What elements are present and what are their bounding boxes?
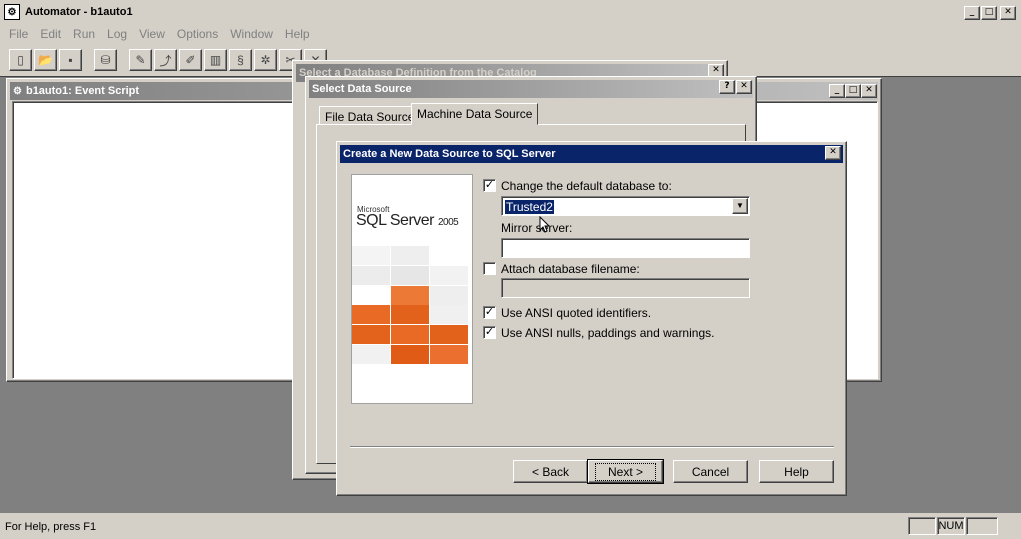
select-close-button[interactable]: ✕ <box>736 80 752 94</box>
tab-machine-data-source[interactable]: Machine Data Source <box>411 103 539 125</box>
create-data-source-title: Create a New Data Source to SQL Server <box>343 148 556 160</box>
default-database-combo[interactable]: Trusted2 ▼ <box>501 196 750 216</box>
database-icon[interactable]: ⛁ <box>94 49 117 71</box>
menu-options[interactable]: Options <box>171 27 224 41</box>
app-title-bar[interactable]: ⚙ Automator - b1auto1 <box>0 0 1021 24</box>
new-icon[interactable]: ▯ <box>9 49 32 71</box>
attach-db-input <box>501 278 750 298</box>
maximize-button[interactable]: □ <box>981 6 997 20</box>
run-icon[interactable]: ⤴ <box>154 49 177 71</box>
status-pane-num: NUM <box>937 517 965 535</box>
mirror-server-label: Mirror server: <box>501 221 573 235</box>
logo-version: 2005 <box>437 217 459 228</box>
ansi-quoted-checkbox[interactable]: ✓ <box>483 306 496 319</box>
back-button[interactable]: < Back <box>513 460 588 483</box>
ansi-nulls-label: Use ANSI nulls, paddings and warnings. <box>501 326 715 340</box>
create-close-button[interactable]: ✕ <box>825 146 841 160</box>
script-icon: ⚙ <box>13 85 22 97</box>
mirror-server-input[interactable] <box>501 238 750 258</box>
status-bar: For Help, press F1 <box>0 514 1021 539</box>
chart-icon[interactable]: ▥ <box>204 49 227 71</box>
help-button[interactable]: Help <box>759 460 834 483</box>
status-pane-caps <box>908 517 936 535</box>
minimize-button[interactable]: _ <box>964 6 980 20</box>
select-help-button[interactable]: ? <box>719 80 735 94</box>
edit-icon[interactable]: ✐ <box>179 49 202 71</box>
create-data-source-dialog: Create a New Data Source to SQL Server ✕… <box>336 141 847 496</box>
ansi-quoted-label: Use ANSI quoted identifiers. <box>501 306 652 320</box>
menu-log[interactable]: Log <box>101 27 133 41</box>
debug-icon[interactable]: ✲ <box>254 49 277 71</box>
change-db-label: Change the default database to: <box>501 179 672 193</box>
menu-file[interactable]: File <box>3 27 34 41</box>
status-text: For Help, press F1 <box>5 520 97 533</box>
attach-db-checkbox[interactable] <box>483 262 496 275</box>
ansi-nulls-checkbox[interactable]: ✓ <box>483 326 496 339</box>
status-pane-scroll <box>966 517 998 535</box>
event-script-title: b1auto1: Event Script <box>25 85 140 97</box>
select-data-source-title-bar[interactable]: Select Data Source <box>309 80 753 98</box>
script-close-button[interactable]: ✕ <box>861 84 877 98</box>
app-title: Automator - b1auto1 <box>25 6 133 18</box>
next-button[interactable]: Next > <box>587 459 664 484</box>
logo-product: SQL Server <box>356 212 435 229</box>
attach-db-label: Attach database filename: <box>501 262 640 276</box>
automator-app-icon: ⚙ <box>4 4 20 20</box>
menu-edit[interactable]: Edit <box>34 27 67 41</box>
create-data-source-title-bar[interactable]: Create a New Data Source to SQL Server <box>340 145 843 163</box>
tab-file-data-source[interactable]: File Data Source <box>319 106 421 125</box>
script-maximize-button[interactable]: □ <box>845 84 861 98</box>
chevron-down-icon[interactable]: ▼ <box>732 198 748 214</box>
select-data-source-title: Select Data Source <box>312 83 412 95</box>
default-database-value: Trusted2 <box>505 200 554 214</box>
menu-view[interactable]: View <box>133 27 171 41</box>
close-button[interactable]: ✕ <box>1000 6 1016 20</box>
menu-window[interactable]: Window <box>224 27 279 41</box>
mouse-cursor-icon <box>539 216 549 233</box>
change-db-checkbox[interactable]: ✓ <box>483 179 496 192</box>
save-icon[interactable]: ▪ <box>59 49 82 71</box>
script-minimize-button[interactable]: _ <box>829 84 845 98</box>
button-divider <box>350 446 834 448</box>
open-icon[interactable]: 📂 <box>34 49 57 71</box>
next-button-label: Next > <box>594 462 656 481</box>
script-icon[interactable]: ✎ <box>129 49 152 71</box>
menu-run[interactable]: Run <box>67 27 101 41</box>
cancel-button[interactable]: Cancel <box>673 460 748 483</box>
menu-bar: File Edit Run Log View Options Window He… <box>0 24 1021 43</box>
sql-server-logo: Microsoft SQL Server 2005 <box>351 174 473 404</box>
menu-help[interactable]: Help <box>279 27 316 41</box>
step-icon[interactable]: § <box>229 49 252 71</box>
